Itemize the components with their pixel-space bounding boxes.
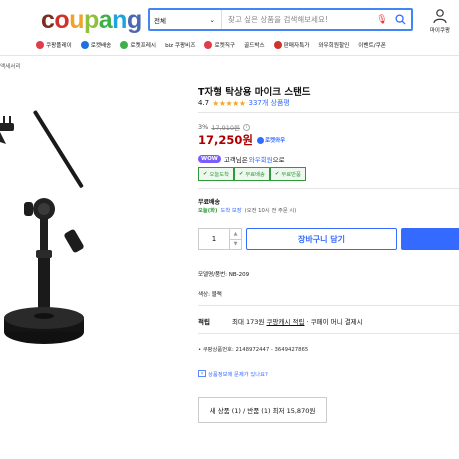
report-product-link[interactable]: 상품정보에 문제가 있나요? [198,370,268,378]
color-option: 색상: 블랙 [198,292,222,298]
search-button[interactable] [389,10,411,29]
breadcrumb[interactable]: 액세서리 [0,62,21,70]
delivery-tags: ✔ 오늘도착 ✔ 무료배송 ✔ 무료반품 [198,167,306,181]
product-code: • 쿠팡상품번호: 2148972447 - 3649427865 [198,347,309,353]
rocket-global-icon [204,41,213,49]
wow-member-row: WOW 고객님은 와우회원 으로 [198,154,285,164]
nav-item[interactable]: 이벤트/쿠폰 [358,41,386,49]
mypage-button[interactable]: 마이쿠팡 [427,8,453,34]
category-nav: 쿠팡플레이 로켓배송 로켓프레시 biz 쿠팡비즈 로켓직구 골드박스 판매자특가 와우회원할… [36,39,459,51]
divider [198,333,459,334]
rocket-label: 로켓와우 [264,138,286,144]
tag-free-shipping: ✔ 무료배송 [233,167,270,181]
nav-item-label: 쿠팡플레이 [46,43,72,49]
divider [198,305,459,306]
logo-letter: p [83,6,99,34]
user-icon [433,9,447,24]
nav-item-label: 판매자특가 [283,43,310,49]
shipping-info: 오늘(화) 도착 보장 (오전 10시 전 주문 시) [198,206,296,214]
logo-letter: a [98,6,113,34]
mypage-label: 마이쿠팡 [429,28,451,34]
divider [198,112,459,113]
coupang-logo[interactable]: coupang [41,6,142,35]
play-icon [36,41,44,49]
wow-member-link[interactable]: 와우회원 [249,154,273,164]
quantity-decrease-button[interactable]: ▼ [230,238,241,250]
order-deadline: (오전 10시 전 주문 시) [244,208,297,214]
search-icon [394,14,406,25]
star-rating-icon: ★★★★★ [212,98,246,108]
nav-item-label: 골드박스 [244,43,265,49]
rocket-icon [80,41,89,49]
nav-item-label: 로켓배송 [90,43,112,49]
nav-item[interactable]: 와우회원할인 [318,41,349,49]
coupang-cash-link[interactable]: 쿠팡캐시 적립 [267,316,305,326]
product-title: T자형 탁상용 마이크 스탠드 [198,87,311,98]
arrival-guarantee: 도착 보장 [220,208,242,214]
logo-letter: g [126,6,142,34]
quantity-input[interactable]: 1 [199,229,229,249]
divider [0,55,459,56]
search-category-select[interactable]: 전체 ⌄ [150,10,222,29]
discount-row: 3% 17,910원 i [198,122,251,132]
search-input[interactable]: 찾고 싶은 상품을 검색해보세요! [222,14,375,25]
nav-item[interactable]: 로켓배송 [80,41,112,49]
wow-text: 고객님은 [223,156,248,164]
logo-letter: u [69,6,84,34]
quantity-increase-button[interactable]: ▲ [230,229,241,239]
logo-letter: o [54,6,70,34]
rocket-wow-badge: 로켓와우 [256,136,286,144]
nav-item-label: 이벤트/쿠폰 [358,43,386,49]
nav-item[interactable]: 로켓직구 [204,41,235,49]
shipping-title: 무료배송 [198,199,221,206]
nav-item[interactable]: 골드박스 [244,41,265,49]
nav-item[interactable]: 판매자특가 [273,41,310,49]
logo-letter: c [41,6,55,34]
divider [198,188,459,189]
nav-item-label: biz 쿠팡비즈 [165,43,196,49]
rocket-fresh-icon [120,41,129,49]
rocket-icon [256,136,264,144]
seller-icon [273,41,282,49]
report-icon [198,370,206,377]
rating-value: 4.7 [198,99,210,107]
wow-badge: WOW [198,155,221,163]
rating-row: 4.7 ★★★★★ 337개 상품평 [198,98,290,108]
nav-item[interactable]: biz 쿠팡비즈 [165,41,195,49]
tag-today-arrival: ✔ 오늘도착 [198,167,234,181]
wow-suffix: 으로 [272,156,285,164]
nav-item-label: 로켓직구 [214,43,236,49]
buy-now-button[interactable] [401,228,459,250]
sale-price-row: 17,250원 로켓와우 [198,132,285,148]
model-number: 모델명/품번: NB-209 [198,272,250,278]
quantity-stepper: 1 ▲ ▼ [198,228,242,250]
nav-item[interactable]: 로켓프레시 [120,41,156,49]
nav-item[interactable]: 쿠팡플레이 [36,41,72,49]
discount-rate: 3% [198,123,209,131]
review-count-link[interactable]: 337개 상품평 [249,98,290,108]
add-to-cart-button[interactable]: 장바구니 담기 [246,228,397,250]
nav-item-label: 로켓프레시 [130,43,157,49]
reward-amount: 최대 173원 [232,318,265,326]
info-icon[interactable]: i [243,123,251,131]
microphone-icon[interactable]: 🎙 [375,15,389,25]
sale-price: 17,250원 [198,133,253,147]
chevron-down-icon: ⌄ [209,15,215,24]
logo-letter: n [112,6,127,34]
other-sellers-button[interactable]: 새 상품 (1) / 반품 (1) 최저 15,870원 [198,397,327,423]
nav-item-label: 와우회원할인 [318,43,350,49]
product-image[interactable] [0,110,190,360]
arrival-date: 오늘(화) [198,208,218,214]
reward-label: 적립 [198,318,210,326]
reward-condition: · 쿠페이 머니 결제시 [306,318,363,326]
search-category-label: 전체 [154,16,166,25]
cash-reward-row: 적립 최대 173원 쿠팡캐시 적립 · 쿠페이 머니 결제시 [198,316,363,326]
original-price: 17,910원 [211,124,241,132]
tag-free-return: ✔ 무료반품 [269,167,306,181]
search-bar: 전체 ⌄ 찾고 싶은 상품을 검색해보세요! 🎙 [148,8,413,31]
